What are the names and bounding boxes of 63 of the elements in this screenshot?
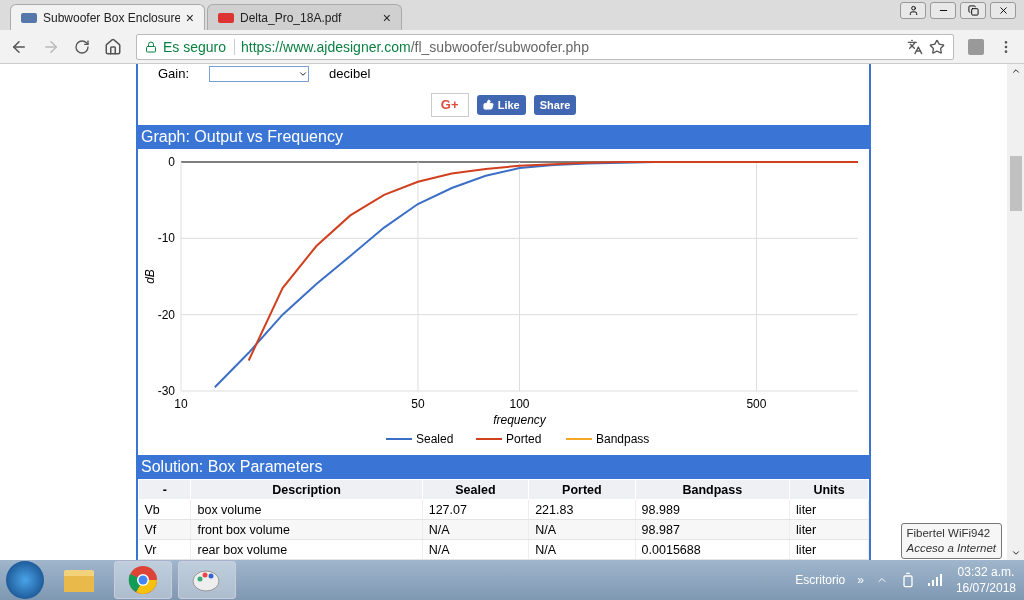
- scroll-down-icon[interactable]: [1010, 548, 1021, 558]
- section-header: Solution: Box Parameters: [138, 455, 869, 479]
- close-tab-button[interactable]: ×: [185, 9, 194, 26]
- browser-tab[interactable]: Subwoofer Box Enclosure ×: [10, 4, 205, 30]
- table-cell: Vb: [138, 499, 191, 520]
- browser-tab[interactable]: Delta_Pro_18A.pdf ×: [207, 4, 402, 30]
- reload-icon[interactable]: [74, 38, 90, 55]
- extension-icon[interactable]: [968, 38, 984, 55]
- y-tick-label: -10: [157, 231, 175, 246]
- y-axis-label: dB: [143, 269, 157, 285]
- legend-swatch: [385, 438, 413, 441]
- home-icon[interactable]: [104, 37, 122, 56]
- close-icon: [997, 5, 1009, 16]
- user-icon: [907, 5, 919, 16]
- column-header: Ported: [528, 479, 636, 500]
- scroll-up-icon[interactable]: [1010, 66, 1021, 76]
- y-tick-label: 0: [168, 155, 175, 170]
- table-cell: Vf: [138, 519, 191, 540]
- x-tick-label: 500: [746, 397, 767, 412]
- network-name: Fibertel WiFi942: [906, 526, 992, 541]
- legend-label[interactable]: Ported: [506, 432, 542, 447]
- close-button[interactable]: [990, 2, 1016, 19]
- y-tick-label: -30: [157, 384, 175, 399]
- legend-label[interactable]: Sealed: [416, 432, 454, 447]
- x-tick-label: 100: [509, 397, 530, 412]
- start-button[interactable]: [6, 561, 44, 599]
- close-tab-button[interactable]: ×: [382, 9, 391, 26]
- unit-label: decibel: [329, 66, 371, 82]
- x-tick-label: 50: [411, 397, 425, 412]
- legend-swatch: [565, 438, 593, 441]
- share-button[interactable]: Share: [533, 94, 577, 115]
- gain-label: Gain:: [158, 66, 190, 82]
- x-tick-label: 10: [174, 397, 188, 412]
- scrollbar[interactable]: [1007, 64, 1024, 560]
- column-header: Sealed: [422, 479, 529, 500]
- user-button[interactable]: [900, 2, 926, 19]
- thumbs-up-icon: [482, 99, 494, 111]
- network-status: Acceso a Internet: [906, 541, 996, 556]
- gain-select[interactable]: [209, 65, 310, 82]
- paint-palette-icon[interactable]: [178, 561, 236, 599]
- section-header: Graph: Output vs Frequency: [138, 125, 869, 150]
- restore-button[interactable]: [960, 2, 986, 19]
- scroll-thumb[interactable]: [1009, 156, 1022, 211]
- column-header: -: [138, 479, 191, 500]
- column-header: Units: [789, 479, 869, 500]
- address-bar[interactable]: Es seguro https://www.ajdesigner.com/fl_subwoofer/subwoofer.php: [136, 33, 954, 60]
- google-plus-button[interactable]: G+: [430, 92, 469, 117]
- chrome-icon[interactable]: [114, 561, 172, 599]
- like-button[interactable]: Like: [476, 94, 526, 115]
- restore-icon: [967, 5, 979, 16]
- legend-swatch: [475, 438, 503, 441]
- y-tick-label: -20: [157, 307, 175, 322]
- column-header: Description: [191, 479, 423, 500]
- table-cell: Vr: [138, 539, 191, 560]
- pdf-icon: [218, 12, 234, 23]
- signal-icon[interactable]: [927, 574, 944, 586]
- column-header: Bandpass: [635, 479, 790, 500]
- bookmark-star-icon[interactable]: [929, 38, 945, 55]
- lock-icon: [145, 40, 157, 53]
- translate-icon[interactable]: [907, 38, 923, 55]
- legend-label[interactable]: Bandpass: [596, 432, 650, 447]
- x-axis-label: frequency: [493, 413, 546, 428]
- site-icon: [21, 12, 37, 23]
